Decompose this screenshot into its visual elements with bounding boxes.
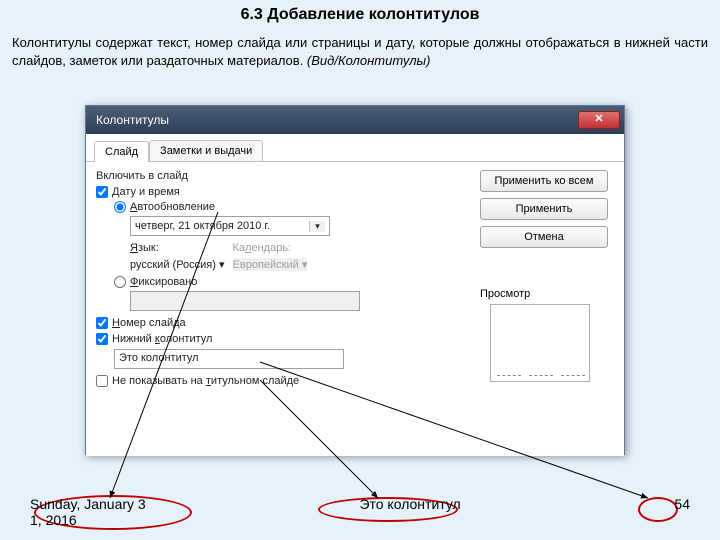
language-label: Язык: (130, 240, 225, 256)
footer-center: Это колонтитул (359, 496, 460, 528)
datetime-checkbox[interactable]: Дату и время (96, 184, 470, 200)
description: Колонтитулы содержат текст, номер слайда… (0, 24, 720, 73)
datetime-checkbox-input[interactable] (96, 186, 108, 198)
footer-label: Нижний колонтитул (112, 333, 212, 345)
headers-footers-dialog: Колонтитулы ✕ Слайд Заметки и выдачи Вкл… (85, 105, 625, 455)
chevron-down-icon[interactable]: ▾ (309, 221, 325, 232)
hideontitle-label: Не показывать на титульном слайде (112, 375, 299, 387)
dialog-title: Колонтитулы (90, 113, 578, 127)
slidenumber-label: Номер слайда (112, 317, 186, 329)
fixed-input (130, 291, 360, 311)
fixed-radio-input[interactable] (114, 276, 126, 288)
calendar-label: Календарь: (233, 240, 308, 256)
preview-label: Просмотр (480, 288, 614, 300)
calendar-value: Европейский (233, 259, 299, 271)
footer-checkbox[interactable]: Нижний колонтитул (96, 331, 470, 347)
cancel-button[interactable]: Отмена (480, 226, 608, 248)
apply-to-all-button[interactable]: Применить ко всем (480, 170, 608, 192)
preview-area: Просмотр (480, 288, 614, 382)
page-title: 6.3 Добавление колонтитулов (0, 0, 720, 24)
calendar-dropdown: Европейский ▾ (233, 258, 308, 271)
date-dropdown[interactable]: четверг, 21 октября 2010 г. ▾ (130, 216, 470, 236)
hideontitle-checkbox[interactable]: Не показывать на титульном слайде (96, 373, 470, 389)
footer-checkbox-input[interactable] (96, 333, 108, 345)
footer-pagenum: 54 (674, 496, 690, 528)
close-icon[interactable]: ✕ (578, 111, 620, 129)
dialog-titlebar[interactable]: Колонтитулы ✕ (86, 106, 624, 134)
language-value: русский (Россия) (130, 259, 216, 271)
slidenumber-checkbox-input[interactable] (96, 317, 108, 329)
dialog-tabs: Слайд Заметки и выдачи (86, 134, 624, 162)
footer-date: Sunday, January 31, 2016 (30, 496, 146, 528)
tab-notes[interactable]: Заметки и выдачи (149, 140, 263, 161)
date-value: четверг, 21 октября 2010 г. (135, 220, 270, 232)
autoupdate-radio[interactable]: Автообновление (96, 200, 470, 214)
preview-thumbnail (490, 304, 590, 382)
fixed-radio[interactable]: Фиксировано (96, 275, 470, 289)
datetime-label: Дату и время (112, 186, 180, 198)
footer-input[interactable]: Это колонтитул (114, 349, 344, 369)
language-dropdown[interactable]: русский (Россия) ▾ (130, 258, 225, 271)
chevron-down-icon[interactable]: ▾ (219, 259, 225, 271)
description-emphasis: (Вид/Колонтитулы) (307, 53, 431, 68)
tab-slide[interactable]: Слайд (94, 141, 149, 162)
slide-footer: Sunday, January 31, 2016 Это колонтитул … (0, 496, 720, 528)
fixed-label: Фиксировано (130, 276, 197, 288)
autoupdate-label: Автообновление (130, 201, 215, 213)
autoupdate-radio-input[interactable] (114, 201, 126, 213)
slidenumber-checkbox[interactable]: Номер слайда (96, 315, 470, 331)
hideontitle-checkbox-input[interactable] (96, 375, 108, 387)
chevron-down-icon: ▾ (302, 259, 308, 271)
annotation-oval-page (638, 497, 678, 522)
include-label: Включить в слайд (96, 170, 470, 182)
apply-button[interactable]: Применить (480, 198, 608, 220)
